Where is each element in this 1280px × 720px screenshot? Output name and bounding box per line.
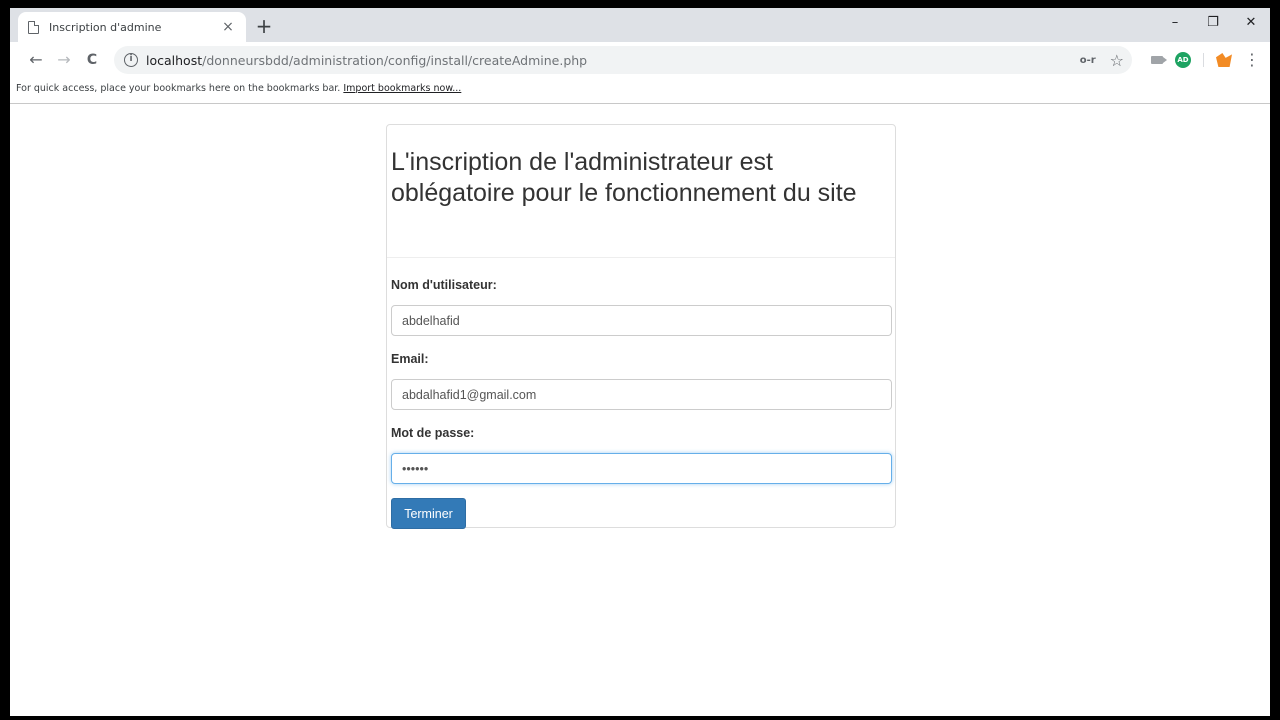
star-icon[interactable]: ☆ xyxy=(1110,51,1124,70)
tab-strip: Inscription d'admine × + – ❐ ✕ xyxy=(10,8,1270,42)
address-bar[interactable]: i localhost/donneursbdd/administration/c… xyxy=(114,46,1132,74)
page-icon xyxy=(28,20,39,34)
email-label: Email: xyxy=(391,352,429,366)
page-title: L'inscription de l'administrateur est ob… xyxy=(391,148,857,207)
key-icon[interactable]: o-r xyxy=(1080,55,1096,66)
url-path: /donneursbdd/administration/config/insta… xyxy=(202,52,588,68)
registration-panel: L'inscription de l'administrateur est ob… xyxy=(386,124,896,529)
bookmarks-bar: For quick access, place your bookmarks h… xyxy=(10,78,1270,104)
panel-heading: L'inscription de l'administrateur est ob… xyxy=(387,125,895,258)
username-field[interactable] xyxy=(391,305,892,336)
bookmarks-hint: For quick access, place your bookmarks h… xyxy=(16,83,341,94)
close-tab-icon[interactable]: × xyxy=(220,19,236,35)
password-label: Mot de passe: xyxy=(391,426,475,440)
window-controls: – ❐ ✕ xyxy=(1156,8,1270,38)
new-tab-button[interactable]: + xyxy=(252,14,276,38)
forward-button[interactable]: → xyxy=(50,46,78,74)
browser-toolbar: ← → C i localhost/donneursbdd/administra… xyxy=(10,42,1270,78)
minimize-button[interactable]: – xyxy=(1156,8,1194,38)
tab-title: Inscription d'admine xyxy=(49,20,162,34)
email-field[interactable] xyxy=(391,379,892,410)
page-content: L'inscription de l'administrateur est ob… xyxy=(10,105,1270,716)
reload-button[interactable]: C xyxy=(78,46,106,74)
omnibox-actions: o-r ☆ xyxy=(1080,46,1124,74)
browser-window: Inscription d'admine × + – ❐ ✕ ← → C i l… xyxy=(10,8,1270,716)
close-window-button[interactable]: ✕ xyxy=(1232,8,1270,38)
username-label: Nom d'utilisateur: xyxy=(391,278,497,292)
import-bookmarks-link[interactable]: Import bookmarks now... xyxy=(343,83,461,94)
restore-button[interactable]: ❐ xyxy=(1194,8,1232,38)
submit-button[interactable]: Terminer xyxy=(391,498,466,529)
extension-icon[interactable] xyxy=(1216,53,1232,67)
camera-icon[interactable] xyxy=(1151,56,1167,64)
toolbar-divider xyxy=(1203,53,1204,67)
menu-icon[interactable]: ⋮ xyxy=(1244,52,1260,68)
password-field[interactable] xyxy=(391,453,892,484)
extensions-area: AD ⋮ xyxy=(1151,46,1260,74)
back-button[interactable]: ← xyxy=(22,46,50,74)
url-host: localhost xyxy=(146,52,203,68)
admin-registration-form: Nom d'utilisateur: Email: Mot de passe: … xyxy=(387,278,895,529)
tab-inscription[interactable]: Inscription d'admine × xyxy=(18,12,246,42)
info-icon[interactable]: i xyxy=(124,53,138,67)
adblock-icon[interactable]: AD xyxy=(1175,52,1191,68)
